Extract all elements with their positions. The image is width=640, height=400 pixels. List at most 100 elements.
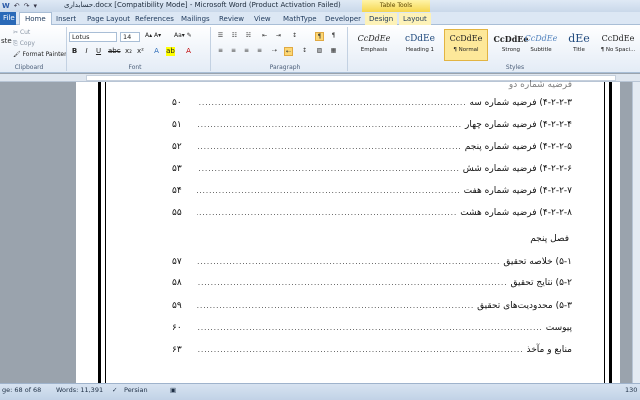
ltr-text-icon[interactable]: ⇢	[270, 47, 279, 56]
toc-row[interactable]: ۴-۲-۲-۶) فرضیه شماره شش ................…	[172, 162, 572, 176]
cut-button[interactable]: ✂ Cut	[13, 29, 30, 36]
redo-icon[interactable]: ↷	[24, 2, 30, 10]
toc-row[interactable]: پیوست ..................................…	[172, 321, 572, 335]
rtl-direction-icon[interactable]: ¶	[315, 32, 324, 41]
style-sample: CcDdEe	[524, 34, 558, 43]
decrease-indent-icon[interactable]: ⇤	[260, 32, 269, 41]
rtl-text-icon[interactable]: ⇠	[284, 47, 293, 56]
tab-mathtype[interactable]: MathType	[283, 13, 317, 25]
toc-row[interactable]: منابع و مآخذ ...........................…	[172, 343, 572, 357]
toc-row[interactable]: ۴-۲-۲-۸) فرضیه شماره هشت ...............…	[172, 206, 572, 220]
style-heading-1[interactable]: cDdEe Heading 1	[398, 29, 442, 61]
style-name: Emphasis	[360, 47, 388, 53]
style-title[interactable]: dEe Title	[562, 29, 596, 61]
line-spacing-icon[interactable]: ↕	[300, 47, 309, 56]
justify-icon[interactable]: ≡	[255, 47, 264, 56]
proofing-icon[interactable]: ✓	[112, 386, 117, 394]
format-painter-button[interactable]: 🖌 Format Painter	[13, 51, 67, 58]
tab-page-layout[interactable]: Page Layout	[87, 13, 130, 25]
font-group-label: Font	[128, 64, 142, 71]
toc-row[interactable]: ۴-۲-۲-۷) فرضیه شماره هفت ...............…	[172, 184, 572, 198]
style-no-spacing[interactable]: CcDdEe ¶ No Spaci...	[597, 29, 639, 61]
toc-leader-dots: ........................................…	[197, 324, 543, 332]
style-normal[interactable]: CcDdEe ¶ Normal	[444, 29, 488, 61]
undo-icon[interactable]: ↶	[14, 2, 20, 10]
align-left-icon[interactable]: ≡	[216, 47, 225, 56]
highlight-icon[interactable]: ab	[166, 47, 175, 56]
copy-button[interactable]: ⎘ Copy	[13, 40, 35, 48]
toc-row[interactable]: ۵-۱) خلاصه تحقیق .......................…	[172, 255, 572, 269]
tab-review[interactable]: Review	[219, 13, 244, 25]
underline-icon[interactable]: U	[94, 47, 103, 56]
status-language[interactable]: Persian	[124, 386, 148, 394]
macro-record-icon[interactable]: ▣	[170, 386, 176, 394]
strikethrough-icon[interactable]: abc	[108, 47, 121, 56]
paragraph-group-label: Paragraph	[269, 64, 301, 71]
toc-leader-dots: ........................................…	[197, 187, 461, 195]
style-sample: CcDdEe	[601, 34, 635, 43]
bullets-icon[interactable]: ☰	[216, 32, 225, 41]
tab-view[interactable]: View	[254, 13, 271, 25]
ribbon-tabs: File Home Insert Page Layout References …	[0, 12, 640, 25]
tab-file[interactable]: File	[0, 12, 16, 25]
align-right-icon[interactable]: ≡	[242, 47, 251, 56]
grow-font-icon[interactable]: A▴ A▾	[145, 32, 161, 39]
toc-page-number: ۵۸	[172, 278, 182, 288]
format-painter-label: Format Painter	[22, 51, 67, 58]
font-color-icon[interactable]: A	[184, 47, 193, 56]
toc-leader-dots: ........................................…	[197, 99, 467, 107]
tab-insert[interactable]: Insert	[56, 13, 76, 25]
align-center-icon[interactable]: ≡	[229, 47, 238, 56]
font-size-combo[interactable]: 14	[120, 32, 140, 42]
toc-page-number: ۵۵	[172, 208, 182, 218]
bold-icon[interactable]: B	[70, 47, 79, 56]
toc-page-number: ۵۱	[172, 120, 182, 130]
numbering-icon[interactable]: ☷	[230, 32, 239, 41]
vertical-scrollbar[interactable]	[632, 82, 640, 383]
group-separator	[210, 27, 211, 71]
style-emphasis[interactable]: CcDdEe Emphasis	[352, 29, 396, 61]
increase-indent-icon[interactable]: ⇥	[274, 32, 283, 41]
group-separator	[66, 27, 67, 71]
chapter-heading: فصل پنجم	[530, 234, 569, 244]
toc-title: پیوست	[545, 323, 572, 333]
paste-button[interactable]: ste	[1, 37, 12, 45]
change-case-icon[interactable]: Aa▾ ✎	[174, 32, 192, 39]
tab-developer[interactable]: Developer	[325, 13, 361, 25]
style-sample: CcDdEe	[357, 34, 391, 43]
toc-row[interactable]: ۴-۲-۲-۴) فرضیه شماره چهار ..............…	[172, 118, 572, 132]
borders-icon[interactable]: ▦	[329, 47, 338, 56]
subscript-icon[interactable]: x₂	[124, 47, 133, 56]
ribbon: ste ✂ Cut ⎘ Copy 🖌 Format Painter Clipbo…	[0, 25, 640, 73]
customize-qat-icon[interactable]: ▾	[33, 2, 37, 10]
shading-icon[interactable]: ▨	[315, 47, 324, 56]
status-word-count[interactable]: Words: 11,391	[56, 386, 103, 394]
toc-page-number: ۶۰	[172, 323, 182, 333]
toc-row[interactable]: ۵-۳) محدودیت‌های تحقیق .................…	[172, 299, 572, 313]
status-page-count[interactable]: ge: 68 of 68	[2, 386, 41, 394]
superscript-icon[interactable]: x²	[136, 47, 145, 56]
tab-mailings[interactable]: Mailings	[181, 13, 210, 25]
show-marks-icon[interactable]: ¶	[329, 32, 338, 41]
toc-row[interactable]: ۴-۲-۲-۳) فرضیه شماره سه ................…	[172, 96, 572, 110]
toc-title: ۴-۲-۲-۸) فرضیه شماره هشت	[460, 208, 572, 218]
toc-row[interactable]: ۵-۲) نتایج تحقیق .......................…	[172, 276, 572, 290]
page-border-right	[604, 82, 612, 383]
tab-design[interactable]: Design	[365, 13, 398, 25]
sort-icon[interactable]: ↕	[290, 32, 299, 41]
tab-home[interactable]: Home	[19, 12, 52, 25]
multilevel-list-icon[interactable]: ☵	[244, 32, 253, 41]
document-page[interactable]: فرضیه شماره دو ۴-۲-۲-۳) فرضیه شماره سه .…	[76, 80, 620, 383]
italic-icon[interactable]: I	[82, 47, 91, 56]
toc-page-number: ۶۳	[172, 345, 182, 355]
style-subtitle[interactable]: CcDdEe Subtitle	[520, 29, 562, 61]
tab-references[interactable]: References	[135, 13, 174, 25]
cut-label: Cut	[19, 29, 31, 36]
text-effects-icon[interactable]: A	[152, 47, 161, 56]
font-name-combo[interactable]: Lotus	[69, 32, 117, 42]
style-name: ¶ Normal	[453, 47, 479, 53]
tab-layout[interactable]: Layout	[399, 13, 431, 25]
group-separator	[347, 27, 348, 71]
toc-row[interactable]: ۴-۲-۲-۵) فرضیه شماره پنجم ..............…	[172, 140, 572, 154]
status-zoom[interactable]: 130	[625, 386, 637, 394]
